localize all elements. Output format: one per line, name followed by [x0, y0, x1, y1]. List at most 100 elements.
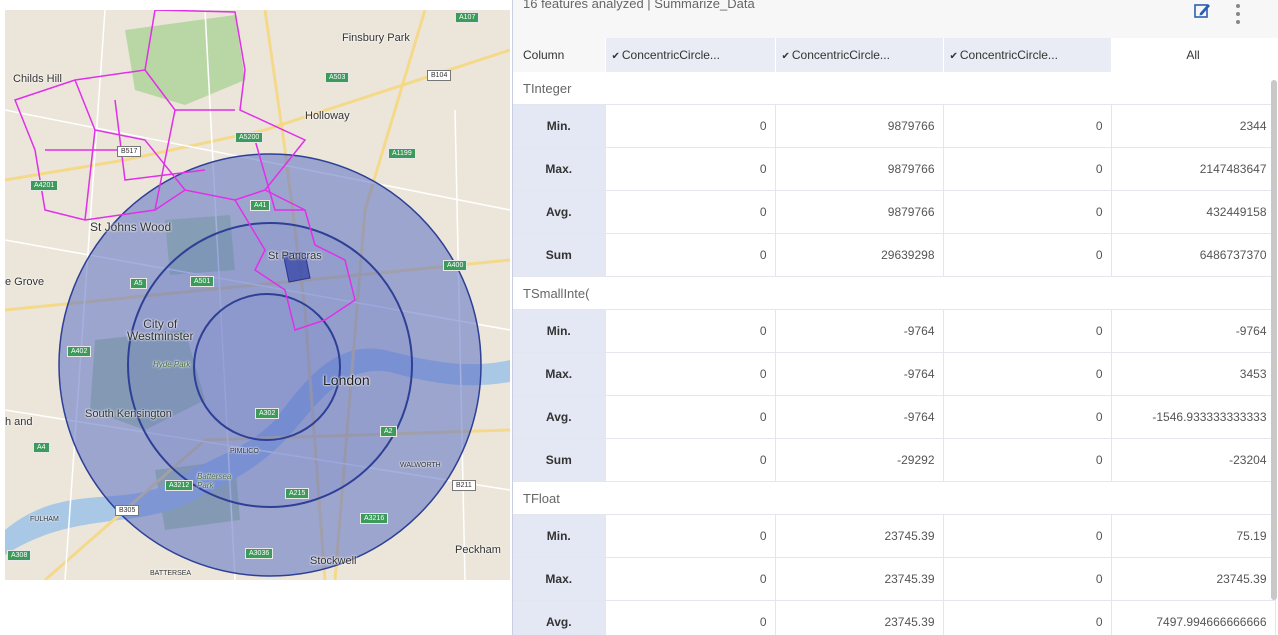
table-cell: 0	[943, 147, 1112, 191]
stat-label: Avg.	[513, 190, 606, 234]
stat-label: Avg.	[513, 600, 606, 635]
table-row: Max. 0 23745.39 0 23745.39	[513, 557, 1276, 601]
stat-label: Min.	[513, 104, 606, 148]
table-cell: 0	[943, 352, 1112, 396]
map-label-finsbury-park: Finsbury Park	[342, 32, 410, 44]
group-label: TFloat	[513, 481, 1275, 515]
road-badge: A4201	[30, 180, 59, 191]
scrollbar[interactable]	[1271, 80, 1277, 600]
table-cell: 432449158	[1111, 190, 1276, 234]
table-row: Sum 0 29639298 0 6486737370	[513, 233, 1276, 277]
table-row: Avg. 0 9879766 0 432449158	[513, 190, 1276, 234]
road-badge: A2	[380, 426, 397, 437]
table-cell: 0	[605, 147, 776, 191]
table-cell: 2147483647	[1111, 147, 1276, 191]
map-label-city-of-westminster: City of Westminster	[127, 317, 194, 343]
table-cell: 0	[605, 352, 776, 396]
table-row: Avg. 0 23745.39 0 7497.994666666666	[513, 600, 1276, 635]
table-cell: 0	[605, 557, 776, 601]
column-header-layer[interactable]: ✔ ConcentricCircle...	[605, 38, 776, 72]
table-row: Min. 0 23745.39 0 75.19	[513, 514, 1276, 558]
table-cell: 9879766	[775, 190, 944, 234]
stat-label: Sum	[513, 233, 606, 277]
stat-label: Min.	[513, 514, 606, 558]
table-cell: 0	[943, 190, 1112, 234]
road-badge: A1199	[388, 148, 416, 159]
map-label-battersea: BATTERSEA	[150, 570, 192, 577]
road-badge: A215	[285, 488, 310, 499]
map-label-walworth: WALWORTH	[400, 462, 441, 469]
road-badge: A3212	[165, 480, 194, 491]
table-cell: 0	[943, 104, 1112, 148]
column-header-layer[interactable]: ✔ ConcentricCircle...	[775, 38, 944, 72]
column-header-text: ConcentricCircle...	[791, 48, 890, 62]
road-badge: A5200	[235, 132, 264, 143]
table-cell: 0	[605, 233, 776, 277]
table-row: Min. 0 9879766 0 2344	[513, 104, 1276, 148]
table-cell: -9764	[775, 395, 944, 439]
table-cell: -29292	[775, 438, 944, 482]
checkbox-icon[interactable]: ✔	[612, 51, 620, 62]
panel-header: 16 features analyzed | Summarize_Data	[513, 0, 1278, 38]
group-label: TSmallInte(	[513, 276, 1275, 310]
map-label-fulham: FULHAM	[30, 516, 59, 523]
table-cell: 0	[943, 309, 1112, 353]
table-cell: -9764	[1111, 309, 1276, 353]
map-label-h-and: h and	[5, 416, 33, 428]
map-label-grove: e Grove	[5, 276, 45, 288]
map-label-south-kensington: South Kensington	[85, 408, 172, 420]
map-label-holloway: Holloway	[305, 110, 350, 122]
table-cell: 2344	[1111, 104, 1276, 148]
road-badge: A400	[443, 260, 468, 271]
road-badge: A5	[130, 278, 147, 289]
table-cell: 0	[605, 190, 776, 234]
table-row: Max. 0 9879766 0 2147483647	[513, 147, 1276, 191]
stat-label: Min.	[513, 309, 606, 353]
map-label-pimlico: PIMLICO	[230, 448, 259, 455]
park-area	[125, 15, 245, 105]
group-row: TInteger	[513, 72, 1275, 105]
stat-label: Avg.	[513, 395, 606, 439]
road-badge: B104	[427, 70, 452, 81]
table-cell: 9879766	[775, 147, 944, 191]
map-label-st-pancras: St Pancras	[268, 250, 322, 262]
stat-label: Max.	[513, 147, 606, 191]
map-view[interactable]: Finsbury Park Childs Hill Holloway St Jo…	[5, 10, 510, 580]
stat-label: Sum	[513, 438, 606, 482]
table-cell: 0	[943, 514, 1112, 558]
column-header-text: ConcentricCircle...	[621, 48, 720, 62]
table-cell: 0	[605, 104, 776, 148]
road-badge: A503	[325, 72, 350, 83]
checkbox-icon[interactable]: ✔	[782, 51, 790, 62]
table-cell: 0	[605, 600, 776, 635]
table-cell: 0	[943, 600, 1112, 635]
road-badge: A3036	[245, 548, 274, 559]
column-header-layer[interactable]: ✔ ConcentricCircle...	[943, 38, 1112, 72]
table-cell: 23745.39	[1111, 557, 1276, 601]
column-header-label: Column	[513, 38, 606, 72]
map-label-childs-hill: Childs Hill	[13, 73, 62, 85]
table-cell: 9879766	[775, 104, 944, 148]
map-label-stockwell: Stockwell	[310, 555, 357, 567]
checkbox-icon[interactable]: ✔	[950, 51, 958, 62]
table-row: Sum 0 -29292 0 -23204	[513, 438, 1276, 482]
column-header-text: ConcentricCircle...	[959, 48, 1058, 62]
more-vertical-icon[interactable]	[1233, 2, 1243, 28]
table-cell: 0	[943, 438, 1112, 482]
edit-icon[interactable]	[1193, 2, 1211, 20]
column-header-all[interactable]: All	[1110, 38, 1276, 72]
map-canvas	[5, 10, 510, 580]
table-cell: 3453	[1111, 352, 1276, 396]
map-label-st-johns-wood: St Johns Wood	[90, 220, 172, 234]
table-cell: 0	[605, 438, 776, 482]
road-badge: A41	[250, 200, 271, 211]
table-cell: 0	[943, 557, 1112, 601]
map-label-peckham: Peckham	[455, 544, 501, 556]
road-badge: A3216	[360, 513, 389, 524]
road-badge: B517	[117, 146, 142, 157]
table-header-row: Column ✔ ConcentricCircle... ✔ ConcentricC…	[513, 38, 1276, 72]
stat-label: Max.	[513, 352, 606, 396]
table-cell: 75.19	[1111, 514, 1276, 558]
table-cell: 0	[605, 395, 776, 439]
table-cell: 0	[605, 309, 776, 353]
